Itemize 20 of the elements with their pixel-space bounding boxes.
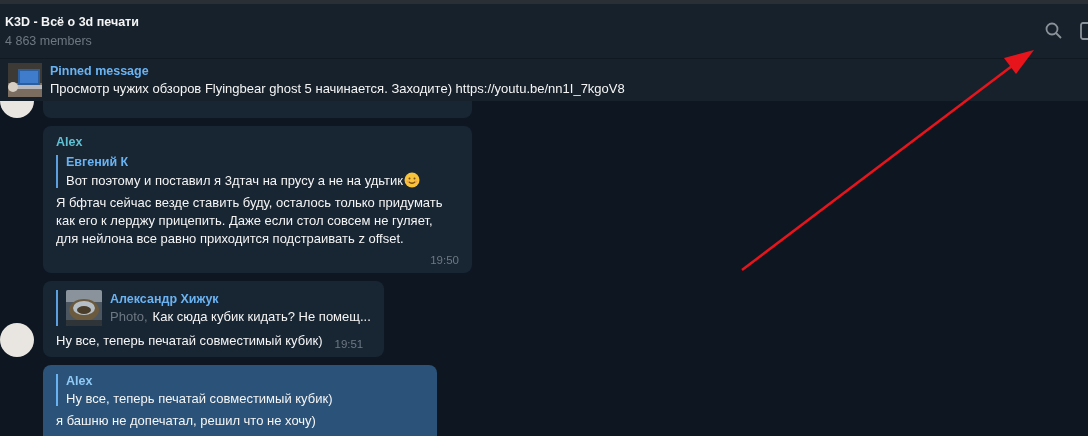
- member-count: 4 863 members: [5, 33, 93, 48]
- pinned-bar[interactable]: Pinned message Просмотр чужих обзоров Flyingbear ghost 5 начинается. Заходите) https://youtu.be/nn1I_7kgoV8: [0, 58, 1088, 101]
- reply-author: Александр Хижук: [110, 292, 220, 306]
- message-text: Ну все, теперь печатай совместимый кубик): [56, 332, 323, 350]
- message-time: 19:50: [430, 254, 459, 266]
- reply-text: Ну все, теперь печатай совместимый кубик): [66, 391, 333, 406]
- pinned-label: Pinned message: [50, 64, 150, 78]
- message-time: 19:51: [334, 338, 364, 350]
- reply-author: Alex: [66, 374, 94, 388]
- sender-name: Alex: [56, 135, 84, 149]
- message-text: Я бфтач сейчас везде ставить буду, осталось только придумать как его к лерджу прицепить. Даже если стол совсем не гуляет, для нейлона все равно приходится подстраивать z offset.: [56, 194, 444, 248]
- reply-quote[interactable]: Евгений К Вот поэтому и поставил я 3дтач на прусу а не на удьтик: [56, 155, 459, 188]
- reply-author: Евгений К: [66, 155, 130, 169]
- reply-quote[interactable]: Александр Хижук Photo, Как сюда кубик кидать? Не помещ...: [56, 290, 371, 326]
- message-text: я башню не допечатал, решил что не хочу): [56, 412, 316, 430]
- reply-text: Вот поэтому и поставил я 3дтач на прусу а не на удьтик: [66, 172, 420, 188]
- pinned-text: Просмотр чужих обзоров Flyingbear ghost 5 начинается. Заходите) https://youtu.be/nn1I_7kgoV8: [50, 81, 625, 96]
- reply-quote[interactable]: Alex Ну все, теперь печатай совместимый кубик): [56, 374, 424, 406]
- chat-title: K3D - Всё о 3d печати: [5, 14, 139, 29]
- reply-text: Photo, Как сюда кубик кидать? Не помещ...: [110, 309, 371, 324]
